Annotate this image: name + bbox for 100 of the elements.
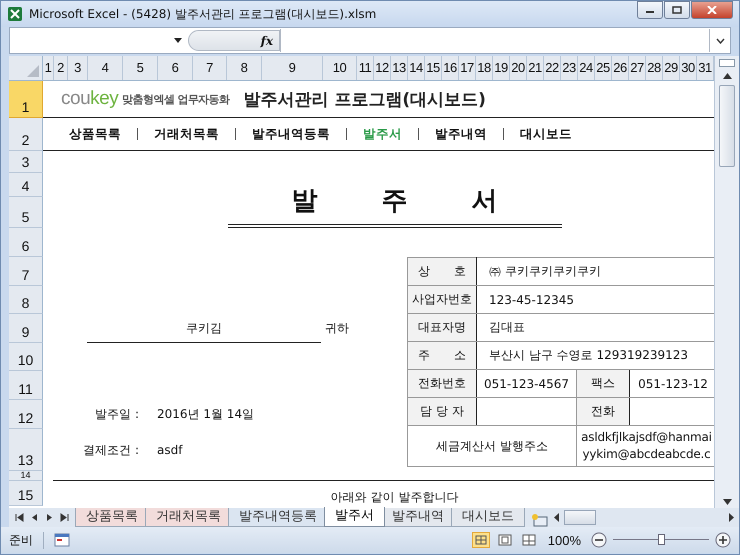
column-header[interactable]: 5	[123, 56, 158, 80]
chevron-down-icon	[716, 38, 724, 44]
maximize-icon	[672, 6, 682, 14]
column-header[interactable]: 1	[43, 56, 54, 80]
vertical-scrollbar[interactable]	[714, 56, 739, 508]
column-header[interactable]: 19	[493, 56, 510, 80]
scroll-up-icon[interactable]	[722, 73, 732, 79]
column-header[interactable]: 15	[425, 56, 442, 80]
recipient-name: 쿠키김	[186, 320, 222, 336]
nav-link[interactable]: 발주서	[363, 126, 402, 142]
column-header[interactable]: 4	[88, 56, 123, 80]
column-header[interactable]: 6	[158, 56, 193, 80]
column-header[interactable]: 23	[561, 56, 578, 80]
brand-logo: coukey	[61, 88, 118, 110]
row-header[interactable]: 10	[9, 343, 43, 371]
row-header[interactable]: 2	[9, 118, 43, 151]
column-header[interactable]: 28	[646, 56, 663, 80]
scroll-thumb[interactable]	[564, 510, 596, 525]
column-header[interactable]: 29	[663, 56, 680, 80]
column-header[interactable]: 21	[527, 56, 544, 80]
status-mode: 준비	[9, 532, 44, 548]
last-sheet-icon[interactable]	[60, 513, 69, 522]
normal-view-icon[interactable]	[472, 532, 490, 548]
row-header[interactable]: 4	[9, 173, 43, 197]
maximize-button[interactable]	[664, 1, 690, 19]
first-sheet-icon[interactable]	[15, 513, 24, 522]
zoom-slider-thumb[interactable]	[658, 534, 665, 545]
table-label: 대표자명	[408, 314, 476, 342]
column-header[interactable]: 20	[510, 56, 527, 80]
close-button[interactable]	[691, 1, 733, 19]
column-header[interactable]: 9	[262, 56, 323, 80]
field-value: asdf	[157, 443, 182, 457]
insert-sheet-icon[interactable]	[531, 513, 549, 527]
column-header[interactable]: 7	[193, 56, 227, 80]
row-header[interactable]: 6	[9, 228, 43, 257]
row-header[interactable]: 7	[9, 257, 43, 286]
field-value: 2016년 1월 14일	[157, 406, 254, 423]
column-header[interactable]: 24	[578, 56, 595, 80]
sheet-tab[interactable]: 대시보드	[451, 508, 525, 527]
column-header[interactable]: 16	[442, 56, 459, 80]
document-title: 발	[292, 185, 318, 218]
scroll-down-icon[interactable]	[722, 499, 732, 505]
nav-link[interactable]: 대시보드	[520, 126, 572, 142]
row-header[interactable]: 13	[9, 429, 43, 471]
row-header[interactable]: 11	[9, 371, 43, 400]
column-header[interactable]: 12	[374, 56, 391, 80]
scroll-left-icon[interactable]	[553, 513, 560, 522]
nav-link[interactable]: 상품목록	[69, 126, 121, 142]
zoom-slider[interactable]	[613, 532, 709, 548]
table-label: 사업자번호	[408, 286, 476, 314]
next-sheet-icon[interactable]	[45, 513, 54, 522]
table-label: 담 당 자	[408, 398, 476, 426]
document-title: 주	[382, 185, 408, 218]
record-macro-icon[interactable]	[54, 533, 70, 547]
column-header[interactable]: 3	[68, 56, 88, 80]
row-header[interactable]: 12	[9, 400, 43, 429]
row-header[interactable]: 1	[9, 81, 43, 118]
minimize-button[interactable]	[637, 1, 663, 19]
nav-link[interactable]: 발주내역	[435, 126, 487, 142]
split-box[interactable]	[719, 59, 736, 67]
scroll-right-icon[interactable]	[728, 513, 735, 522]
table-label: 전화번호	[408, 370, 476, 398]
page-break-icon[interactable]	[520, 532, 538, 548]
field-label: 결제조건 :	[82, 442, 139, 458]
table-label: 주 소	[408, 342, 476, 370]
insert-function-button[interactable]: fx	[260, 34, 273, 48]
column-header[interactable]: 30	[680, 56, 697, 80]
column-header[interactable]: 2	[54, 56, 68, 80]
column-header[interactable]: 17	[459, 56, 476, 80]
column-header[interactable]: 26	[612, 56, 629, 80]
zoom-out-icon[interactable]	[591, 532, 607, 548]
column-header[interactable]: 22	[544, 56, 561, 80]
column-header[interactable]: 11	[357, 56, 374, 80]
row-header[interactable]: 15	[9, 481, 43, 506]
column-header[interactable]: 27	[629, 56, 646, 80]
zoom-in-icon[interactable]	[715, 532, 731, 548]
zoom-level[interactable]: 100%	[544, 532, 585, 548]
nav-link[interactable]: 거래처목록	[154, 126, 219, 142]
column-header[interactable]: 14	[408, 56, 425, 80]
table-label: 팩스	[576, 370, 630, 398]
row-header[interactable]: 14	[9, 471, 43, 481]
sheet-tab[interactable]: 발주서	[324, 507, 385, 527]
column-header[interactable]: 13	[391, 56, 408, 80]
program-title: 발주서관리 프로그램(대시보드)	[243, 88, 486, 110]
previous-sheet-icon[interactable]	[30, 513, 39, 522]
row-header[interactable]: 3	[9, 151, 43, 173]
scroll-thumb[interactable]	[719, 85, 736, 167]
page-layout-icon[interactable]	[496, 532, 514, 548]
column-header[interactable]: 25	[595, 56, 612, 80]
window-title: Microsoft Excel - (5428) 발주서관리 프로그램(대시보드).xlsm	[29, 6, 378, 22]
nav-link[interactable]: 발주내역등록	[252, 126, 330, 142]
row-header[interactable]: 9	[9, 314, 43, 343]
column-header[interactable]: 10	[323, 56, 357, 80]
row-header[interactable]: 8	[9, 286, 43, 314]
dropdown-icon	[174, 38, 182, 43]
column-header[interactable]: 18	[476, 56, 493, 80]
row-header[interactable]: 5	[9, 197, 43, 228]
table-label: 전화	[576, 398, 630, 426]
column-header[interactable]: 8	[227, 56, 262, 80]
logo-tagline: 맞춤형엑셀 업무자동화	[122, 92, 230, 106]
